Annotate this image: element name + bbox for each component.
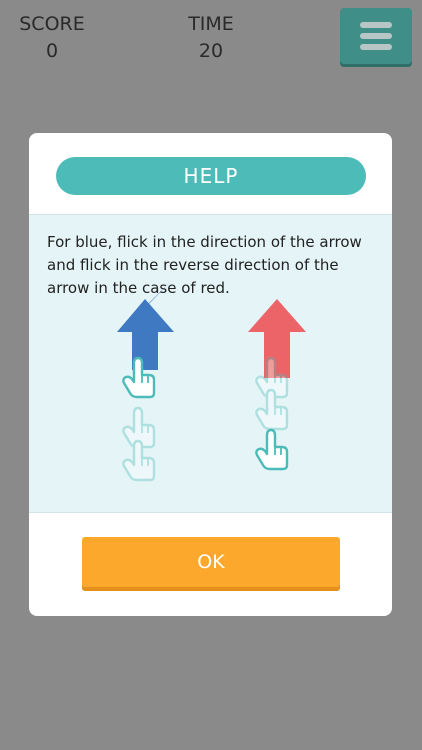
time-label: TIME (188, 13, 234, 35)
flick-illustration (117, 280, 306, 482)
ok-button[interactable]: OK (82, 537, 340, 587)
score-label: SCORE (19, 13, 85, 35)
help-panel: For blue, flick in the direction of the … (29, 214, 392, 513)
red-hand-icon (255, 428, 289, 471)
help-title: HELP (56, 157, 366, 195)
blue-hand-trail-icon (122, 406, 156, 482)
blue-arrow-icon (117, 280, 174, 370)
score-value: 0 (45, 40, 59, 62)
time-value: 20 (198, 40, 224, 62)
menu-button[interactable] (340, 8, 412, 64)
red-arrow-icon (248, 299, 306, 378)
help-dialog: HELP For blue, flick in the direction of… (29, 133, 392, 616)
